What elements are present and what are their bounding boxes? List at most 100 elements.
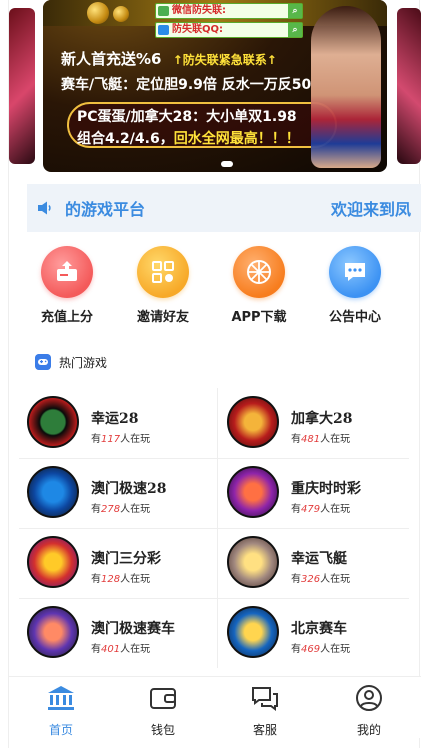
players-count: 481 — [301, 434, 321, 445]
chat-icon — [252, 687, 278, 711]
players-count: 479 — [301, 504, 321, 515]
game-name: 澳门极速28 — [91, 481, 167, 497]
home-page: 微信防失联: ⌕ 防失联QQ: ⌕ 新人首充送%6 ↑防失联紧急联系↑ 赛车/飞… — [8, 0, 421, 748]
game-card-macau-fast28[interactable]: 澳门极速28 有278人在玩 — [19, 458, 209, 528]
banner-line-1: 新人首充送%6 ↑防失联紧急联系↑ — [61, 48, 277, 69]
wallet-icon — [150, 688, 176, 709]
contact-qq-label: 防失联QQ: — [172, 24, 224, 35]
macau-fast28-logo — [27, 466, 79, 518]
invite-friends-button[interactable]: 邀请好友 — [115, 246, 211, 325]
game-name: 澳门极速赛车 — [91, 621, 175, 637]
game-name: 幸运飞艇 — [291, 551, 347, 567]
lucky28-logo — [27, 396, 79, 448]
bank-icon — [48, 686, 74, 710]
chongqing-logo — [227, 466, 279, 518]
banner-next-slide[interactable] — [397, 8, 421, 164]
game-players: 有401人在玩 — [91, 640, 150, 655]
message-icon — [329, 246, 381, 298]
contact-qq-box: 防失联QQ: ⌕ — [155, 22, 303, 38]
recharge-icon — [41, 246, 93, 298]
contact-wechat-label: 微信防失联: — [172, 5, 226, 16]
game-players: 有481人在玩 — [291, 430, 350, 445]
speaker-icon — [38, 201, 51, 215]
game-players: 有326人在玩 — [291, 570, 350, 585]
wechat-icon — [158, 6, 169, 16]
search-icon: ⌕ — [288, 23, 302, 37]
players-prefix: 有 — [91, 504, 101, 515]
players-count: 401 — [101, 644, 121, 655]
game-name: 加拿大28 — [291, 411, 353, 427]
game-players: 有278人在玩 — [91, 500, 150, 515]
players-prefix: 有 — [91, 644, 101, 655]
tab-home[interactable]: 首页 — [21, 685, 101, 738]
invite-friends-label: 邀请好友 — [136, 310, 189, 325]
players-suffix: 人在玩 — [120, 644, 151, 655]
qq-icon — [158, 25, 169, 35]
players-count: 128 — [101, 574, 121, 585]
banner-slide[interactable]: 微信防失联: ⌕ 防失联QQ: ⌕ 新人首充送%6 ↑防失联紧急联系↑ 赛车/飞… — [43, 0, 387, 172]
macau-racing-logo — [27, 606, 79, 658]
players-suffix: 人在玩 — [120, 434, 151, 445]
game-card-canada28[interactable]: 加拿大28 有481人在玩 — [219, 388, 409, 458]
game-card-macau-racing[interactable]: 澳门极速赛车 有401人在玩 — [19, 598, 209, 668]
banner-carousel[interactable]: 微信防失联: ⌕ 防失联QQ: ⌕ 新人首充送%6 ↑防失联紧急联系↑ 赛车/飞… — [9, 0, 421, 176]
tab-service-label: 客服 — [252, 723, 277, 737]
players-suffix: 人在玩 — [320, 574, 351, 585]
qr-code-icon — [137, 246, 189, 298]
players-prefix: 有 — [91, 434, 101, 445]
carousel-indicator[interactable] — [221, 161, 233, 167]
gamepad-icon — [35, 354, 51, 370]
recharge-button[interactable]: 充值上分 — [19, 246, 115, 325]
game-card-macau-3min[interactable]: 澳门三分彩 有128人在玩 — [19, 528, 209, 598]
players-prefix: 有 — [291, 644, 301, 655]
notice-bar[interactable]: 的游戏平台 欢迎来到凤 — [27, 184, 421, 232]
banner-model-image — [311, 6, 381, 168]
tab-profile[interactable]: 我的 — [329, 685, 409, 738]
game-card-lucky28[interactable]: 幸运28 有117人在玩 — [19, 388, 209, 458]
players-prefix: 有 — [291, 574, 301, 585]
game-name: 北京赛车 — [291, 621, 347, 637]
game-players: 有469人在玩 — [291, 640, 350, 655]
app-download-button[interactable]: APP下载 — [211, 246, 307, 325]
players-suffix: 人在玩 — [120, 574, 151, 585]
game-players: 有117人在玩 — [91, 430, 150, 445]
players-suffix: 人在玩 — [320, 504, 351, 515]
banner-line-3: PC蛋蛋/加拿大28：大小单双1.98 — [77, 109, 297, 125]
tab-wallet-label: 钱包 — [150, 723, 175, 737]
banner-line-4: 组合4.2/4.6，回水全网最高！！！ — [77, 128, 300, 148]
hot-games-title: 热门游戏 — [59, 356, 108, 370]
quick-actions: 充值上分 邀请好友 APP下载 公告中心 — [9, 246, 421, 328]
notice-text-right: 欢迎来到凤 — [331, 200, 412, 219]
bottom-tab-bar: 首页 钱包 客服 我的 — [9, 676, 421, 738]
game-card-beijing-racing[interactable]: 北京赛车 有469人在玩 — [219, 598, 409, 668]
lucky-airship-logo — [227, 536, 279, 588]
canada28-logo — [227, 396, 279, 448]
app-download-label: APP下载 — [231, 310, 287, 325]
coin-icon — [113, 6, 129, 22]
user-icon — [356, 685, 382, 711]
game-card-chongqing[interactable]: 重庆时时彩 有479人在玩 — [219, 458, 409, 528]
game-players: 有479人在玩 — [291, 500, 350, 515]
game-name: 幸运28 — [91, 411, 139, 427]
tab-profile-label: 我的 — [356, 723, 381, 737]
coin-icon — [87, 2, 109, 24]
players-prefix: 有 — [291, 504, 301, 515]
tab-wallet[interactable]: 钱包 — [123, 685, 203, 738]
macau-3min-logo — [27, 536, 79, 588]
contact-wechat-box: 微信防失联: ⌕ — [155, 3, 303, 19]
players-prefix: 有 — [91, 574, 101, 585]
orange-slice-icon — [233, 246, 285, 298]
beijing-racing-logo — [227, 606, 279, 658]
players-suffix: 人在玩 — [120, 504, 151, 515]
search-icon: ⌕ — [288, 4, 302, 18]
announcement-button[interactable]: 公告中心 — [307, 246, 403, 325]
tab-service[interactable]: 客服 — [225, 685, 305, 738]
notice-text-left: 的游戏平台 — [65, 200, 146, 219]
game-players: 有128人在玩 — [91, 570, 150, 585]
players-count: 278 — [101, 504, 121, 515]
players-count: 326 — [301, 574, 321, 585]
game-card-lucky-airship[interactable]: 幸运飞艇 有326人在玩 — [219, 528, 409, 598]
banner-line-2: 赛车/飞艇：定位胆9.9倍 反水一万反50 — [61, 77, 312, 93]
banner-prev-slide[interactable] — [9, 8, 35, 164]
players-count: 469 — [301, 644, 321, 655]
